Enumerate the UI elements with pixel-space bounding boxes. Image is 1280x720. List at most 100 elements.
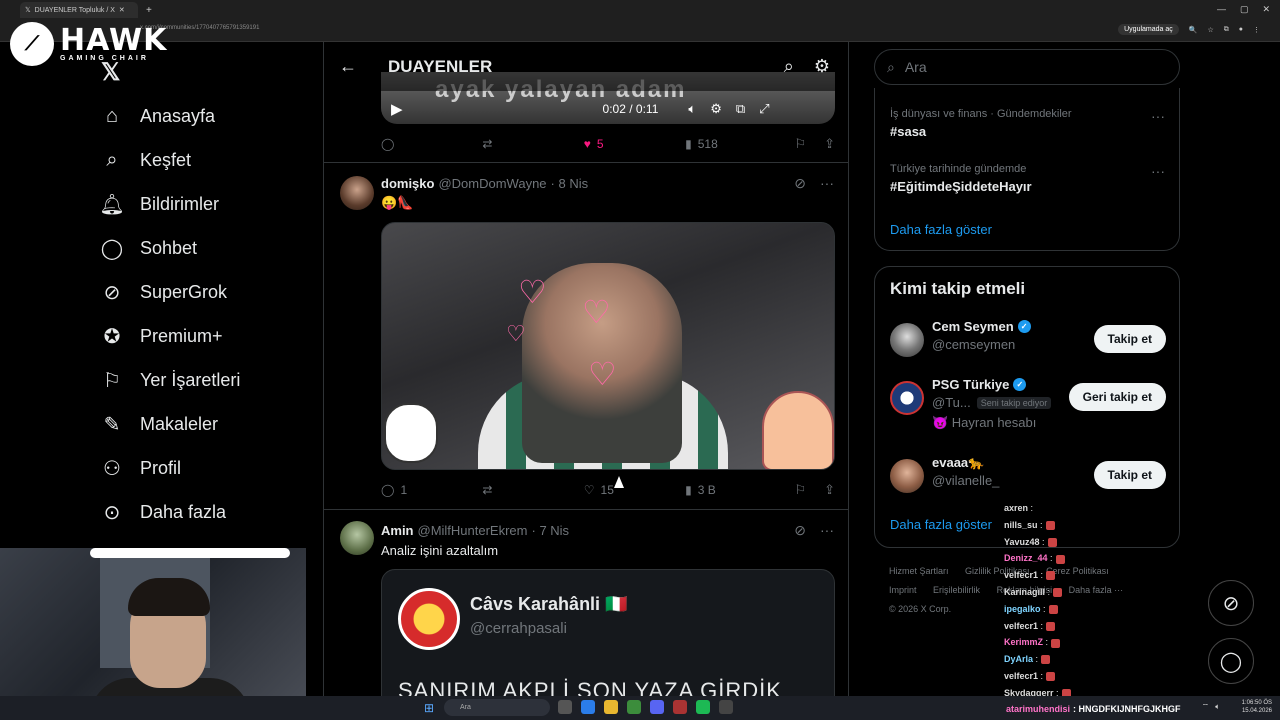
chrome-icon[interactable]	[627, 700, 641, 714]
maximize-icon[interactable]: ▢	[1240, 4, 1249, 15]
quoted-post[interactable]: Câvs Karahânli 🇮🇹 @cerrahpasali SANIRIM …	[381, 569, 835, 696]
avatar[interactable]	[890, 459, 924, 493]
follow-button[interactable]: Takip et	[1093, 325, 1166, 353]
avatar[interactable]	[340, 176, 374, 210]
follow-suggestion[interactable]: evaaa🐆 @vilanelle_ Takip et	[890, 455, 1166, 499]
post-date[interactable]: · 7 Nis	[532, 523, 570, 538]
repost-button[interactable]: ⇄	[482, 137, 583, 151]
zoom-icon[interactable]: 🔍	[1189, 26, 1198, 34]
file-explorer-icon[interactable]	[558, 700, 572, 714]
post-button-partial[interactable]	[90, 548, 290, 558]
pip-icon[interactable]: ⧉	[736, 101, 745, 117]
repost-button[interactable]: ⇄	[482, 483, 583, 497]
volume-icon[interactable]: 🔈︎	[688, 101, 696, 117]
nav-item-home[interactable]: ⌂ Anasayfa	[100, 94, 320, 138]
grok-icon[interactable]: ⊘	[794, 522, 806, 539]
footer-link[interactable]: Imprint	[889, 585, 917, 595]
nav-item-explore[interactable]: ⌕ Keşfet	[100, 138, 320, 182]
footer-link[interactable]: Hizmet Şartları	[889, 566, 949, 576]
browser-tab[interactable]: 𝕏 DUAYENLER Topluluk / X ✕	[20, 2, 138, 18]
folder-icon[interactable]	[604, 700, 618, 714]
open-in-app-button[interactable]: Uygulamada aç	[1118, 24, 1179, 35]
author-name[interactable]: Amin	[381, 523, 414, 538]
kebab-menu-icon[interactable]: ⋮	[1253, 26, 1260, 34]
share-icon[interactable]: ⇪	[824, 482, 835, 498]
nav-item-bookmarks[interactable]: ⚐ Yer İşaretleri	[100, 358, 320, 402]
wifi-icon[interactable]: ⌔	[1202, 702, 1210, 712]
chat-username: velfecr1	[1004, 570, 1039, 581]
follow-suggestion[interactable]: PSG Türkiye ✓ @Tu... Seni takip ediyor 😈 H…	[890, 377, 1166, 437]
play-icon[interactable]: ▶	[391, 100, 403, 118]
reply-button[interactable]: ◯ 1	[381, 483, 482, 497]
grok-icon[interactable]: ⊘	[794, 175, 806, 192]
profile-icon[interactable]: ●	[1239, 26, 1243, 33]
new-tab-icon[interactable]: +	[146, 5, 152, 16]
spotify-icon[interactable]	[696, 700, 710, 714]
author-handle[interactable]: @MilfHunterEkrem	[418, 523, 528, 538]
volume-icon[interactable]: 🔈︎	[1215, 702, 1220, 712]
gear-icon[interactable]: ⚙	[710, 101, 722, 117]
taskbar-clock[interactable]: 1:06:50 ÖS 15.04.2026	[1242, 699, 1272, 715]
avatar[interactable]	[340, 521, 374, 555]
post-date[interactable]: · 8 Nis	[551, 176, 589, 191]
follow-back-button[interactable]: Geri takip et	[1068, 383, 1166, 411]
nav-item-profile[interactable]: ⚇ Profil	[100, 446, 320, 490]
follow-show-more-link[interactable]: Daha fazla göster	[890, 517, 992, 532]
discord-icon[interactable]	[650, 700, 664, 714]
follow-button[interactable]: Takip et	[1093, 461, 1166, 489]
more-horizontal-icon[interactable]: ···	[1151, 108, 1165, 124]
minimize-icon[interactable]: —	[1217, 4, 1226, 15]
follow-suggestion[interactable]: Cem Seymen ✓ @cemseymen Takip et	[890, 319, 1166, 363]
trend-item[interactable]: Türkiye tarihinde gündemde #EğitimdeŞidd…	[890, 163, 1032, 194]
nav-item-premium[interactable]: ✪ Premium+	[100, 314, 320, 358]
taskbar-apps	[558, 700, 733, 714]
nav-item-supergrok[interactable]: ⊘ SuperGrok	[100, 270, 320, 314]
star-icon[interactable]: ☆	[1207, 26, 1213, 34]
bookmark-icon[interactable]: ⚐	[794, 136, 806, 152]
search-input[interactable]: ⌕ Ara	[874, 49, 1180, 85]
gear-icon[interactable]: ⚙	[814, 56, 830, 77]
views-button[interactable]: ▮ 518	[685, 137, 794, 151]
more-horizontal-icon[interactable]: ···	[1151, 163, 1165, 179]
obs-icon[interactable]	[719, 700, 733, 714]
post-header: domişko @DomDomWayne · 8 Nis	[381, 176, 588, 191]
bookmark-icon[interactable]: ⚐	[794, 482, 806, 498]
taskbar-search[interactable]: Ara	[444, 699, 550, 716]
tab-close-icon[interactable]: ✕	[119, 6, 125, 14]
trend-item[interactable]: İş dünyası ve finans · Gündemdekiler #sa…	[890, 108, 1072, 139]
reply-button[interactable]: ◯	[381, 137, 482, 151]
suggestion-name-row: Cem Seymen ✓	[932, 319, 1031, 334]
trends-show-more-link[interactable]: Daha fazla göster	[890, 222, 992, 237]
repost-icon: ⇄	[482, 137, 493, 151]
home-icon: ⌂	[105, 104, 119, 127]
chat-line: Yavuz48 :	[1004, 534, 1264, 551]
fullscreen-icon[interactable]: ⤢	[759, 101, 769, 117]
avatar[interactable]	[890, 381, 924, 415]
back-arrow-icon[interactable]: ←	[326, 56, 370, 77]
more-horizontal-icon[interactable]: ···	[820, 522, 834, 539]
author-name[interactable]: domişko	[381, 176, 434, 191]
author-handle[interactable]: @DomDomWayne	[438, 176, 546, 191]
share-icon[interactable]: ⇪	[824, 136, 835, 152]
nav-item-more[interactable]: ⊙ Daha fazla	[100, 490, 320, 534]
chat-username: KerimmZ	[1004, 637, 1044, 648]
windows-start-icon[interactable]: ⊞	[424, 701, 437, 715]
footer-link[interactable]: Erişilebilirlik	[933, 585, 980, 595]
more-horizontal-icon[interactable]: ···	[820, 175, 834, 192]
search-icon[interactable]: ⌕	[784, 56, 794, 77]
app-icon[interactable]	[673, 700, 687, 714]
extensions-icon[interactable]: ⧉	[1224, 26, 1229, 34]
edge-icon[interactable]	[581, 700, 595, 714]
emote-icon	[1046, 672, 1056, 682]
anime-sticker	[762, 391, 834, 469]
post-media[interactable]: ♡ ♡ ♡ ♡	[381, 222, 835, 470]
nav-item-articles[interactable]: ✎ Makaleler	[100, 402, 320, 446]
nav-item-chat[interactable]: ◯ Sohbet	[100, 226, 320, 270]
chat-username: Yavuz48	[1004, 536, 1040, 547]
close-window-icon[interactable]: ✕	[1262, 4, 1270, 15]
views-button[interactable]: ▮ 3 B	[685, 483, 794, 497]
nav-item-notifications[interactable]: 🔔︎ Bildirimler	[99, 182, 320, 226]
avatar[interactable]	[890, 323, 924, 357]
like-button[interactable]: ♡ 15	[584, 483, 685, 497]
like-button[interactable]: ♥ 5	[584, 137, 685, 151]
